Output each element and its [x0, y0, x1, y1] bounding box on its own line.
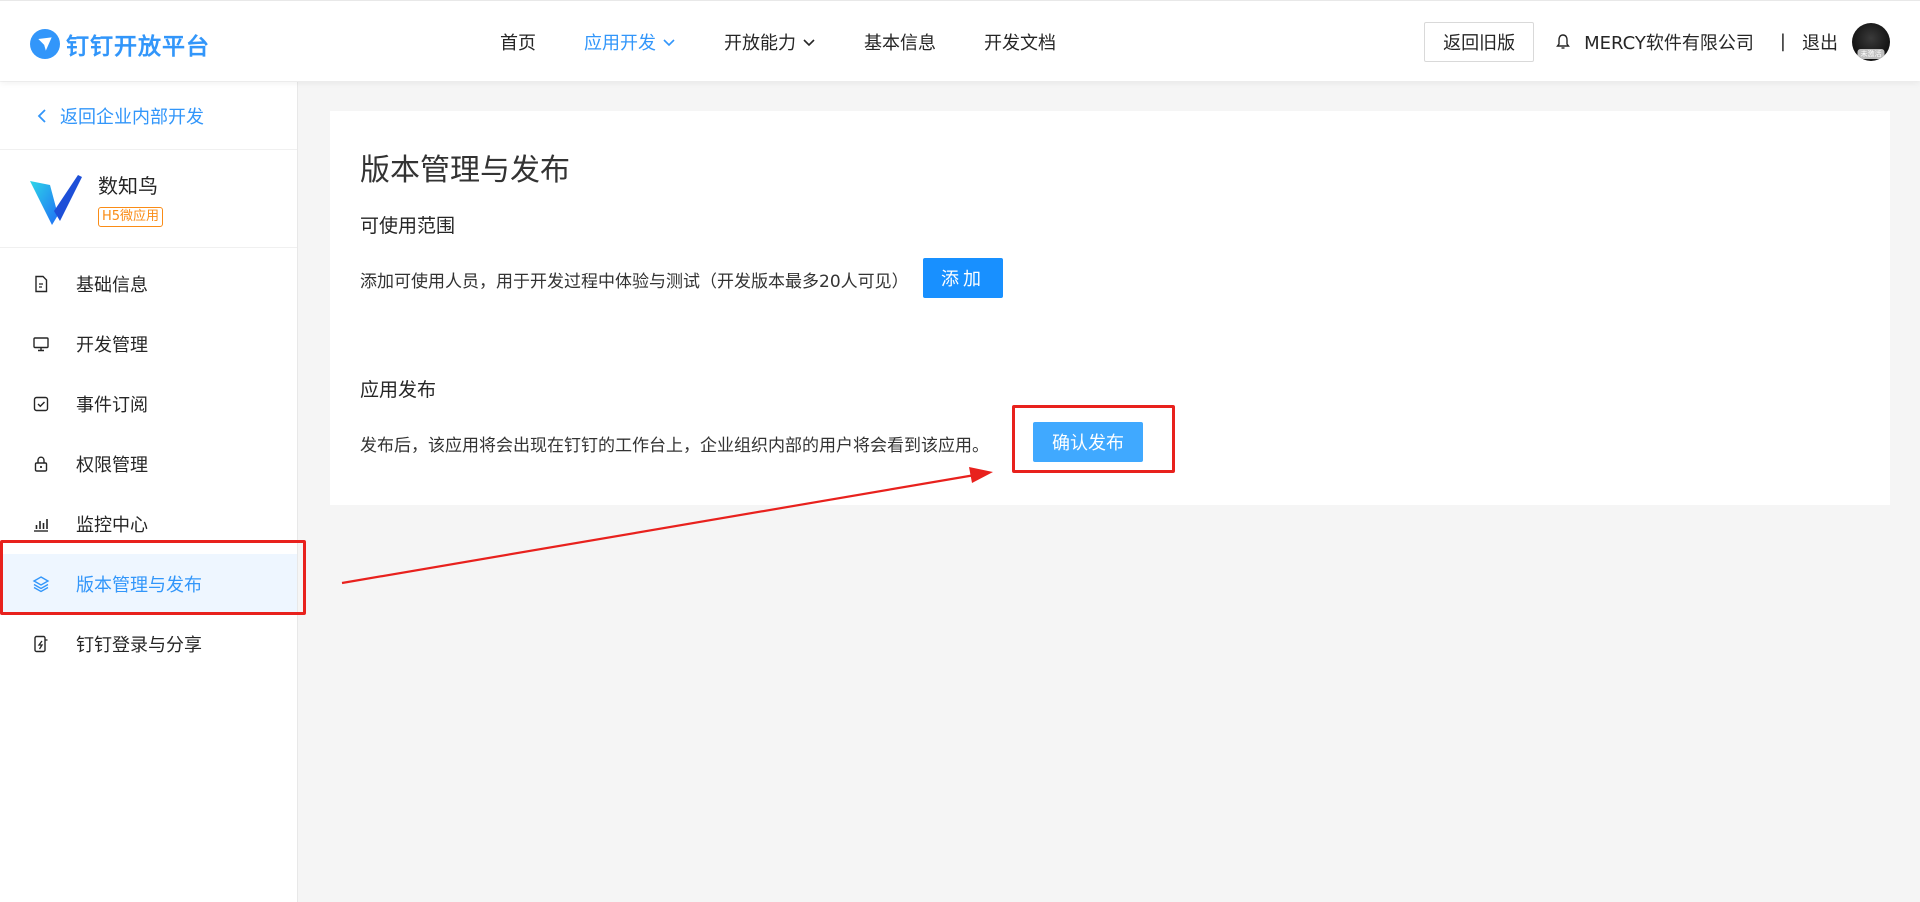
app-name: 数知鸟	[98, 174, 158, 198]
sidebar-item-label: 事件订阅	[76, 395, 148, 416]
company-name[interactable]: MERCY软件有限公司	[1584, 29, 1754, 55]
main-nav: 首页 应用开发 开放能力 基本信息 开发文档	[500, 1, 1104, 82]
file-icon	[35, 275, 48, 293]
nav-item-home[interactable]: 首页	[500, 29, 536, 55]
logo[interactable]: 钉钉开放平台	[30, 27, 210, 61]
nav-item-app-dev[interactable]: 应用开发	[584, 29, 676, 55]
sidebar-item-permission[interactable]: 权限管理	[0, 434, 297, 494]
sidebar: 返回企业内部开发 数知鸟 H5微应用 基础信息 开发管理 事件订阅 权限管理 监…	[0, 82, 298, 902]
monitor-icon	[33, 337, 49, 352]
logo-text: 钉钉开放平台	[66, 34, 210, 60]
top-header: 钉钉开放平台 首页 应用开发 开放能力 基本信息 开发文档 返回旧版 MERCY…	[0, 0, 1920, 81]
header-right: 返回旧版 MERCY软件有限公司 | 退出 未激活	[1424, 1, 1890, 82]
avatar[interactable]: 未激活	[1852, 22, 1890, 61]
sidebar-item-dev-management[interactable]: 开发管理	[0, 314, 297, 374]
chevron-left-icon	[37, 108, 46, 123]
scope-description: 添加可使用人员，用于开发过程中体验与测试（开发版本最多20人可见）	[360, 272, 909, 292]
highlight-box-sidebar	[0, 540, 306, 615]
chevron-down-icon	[803, 38, 815, 46]
nav-item-dev-docs[interactable]: 开发文档	[984, 29, 1056, 55]
logout-link[interactable]: 退出	[1802, 29, 1838, 55]
publish-section-title: 应用发布	[360, 379, 437, 401]
app-type-badge: H5微应用	[98, 207, 164, 227]
sidebar-item-basic-info[interactable]: 基础信息	[0, 254, 297, 314]
phone-share-icon	[34, 635, 48, 653]
add-users-button[interactable]: 添加	[923, 258, 1003, 298]
back-link-label: 返回企业内部开发	[60, 106, 204, 128]
nav-label: 开发文档	[984, 32, 1056, 54]
publish-description: 发布后，该应用将会出现在钉钉的工作台上，企业组织内部的用户将会看到该应用。	[360, 436, 989, 456]
app-info: 数知鸟 H5微应用	[0, 150, 297, 248]
avatar-status-tag: 未激活	[1857, 48, 1885, 59]
bar-chart-icon	[34, 519, 48, 532]
header-separator: |	[1779, 31, 1786, 52]
scope-section-title: 可使用范围	[360, 215, 456, 237]
sidebar-item-label: 监控中心	[76, 515, 148, 536]
nav-item-open-capability[interactable]: 开放能力	[724, 29, 816, 55]
highlight-box-publish	[1012, 405, 1175, 473]
sidebar-item-label: 钉钉登录与分享	[76, 635, 202, 656]
sidebar-item-label: 权限管理	[76, 455, 148, 476]
sidebar-item-login-share[interactable]: 钉钉登录与分享	[0, 614, 297, 674]
calendar-check-icon	[33, 396, 49, 412]
bell-icon[interactable]	[1554, 33, 1572, 51]
back-to-internal-dev-link[interactable]: 返回企业内部开发	[0, 82, 297, 150]
sidebar-item-label: 开发管理	[76, 335, 148, 356]
nav-item-basic-info[interactable]: 基本信息	[864, 29, 936, 55]
lock-icon	[34, 456, 48, 472]
nav-label: 首页	[500, 32, 536, 54]
dingtalk-logo-icon	[30, 29, 60, 59]
app-logo-icon	[30, 174, 82, 225]
chevron-down-icon	[663, 38, 675, 46]
sidebar-item-event-subscription[interactable]: 事件订阅	[0, 374, 297, 434]
nav-label: 应用开发	[584, 32, 656, 54]
sidebar-item-label: 基础信息	[76, 275, 148, 296]
old-version-button[interactable]: 返回旧版	[1424, 21, 1535, 62]
nav-label: 基本信息	[864, 32, 936, 54]
page-title: 版本管理与发布	[360, 153, 570, 188]
nav-label: 开放能力	[724, 32, 796, 54]
